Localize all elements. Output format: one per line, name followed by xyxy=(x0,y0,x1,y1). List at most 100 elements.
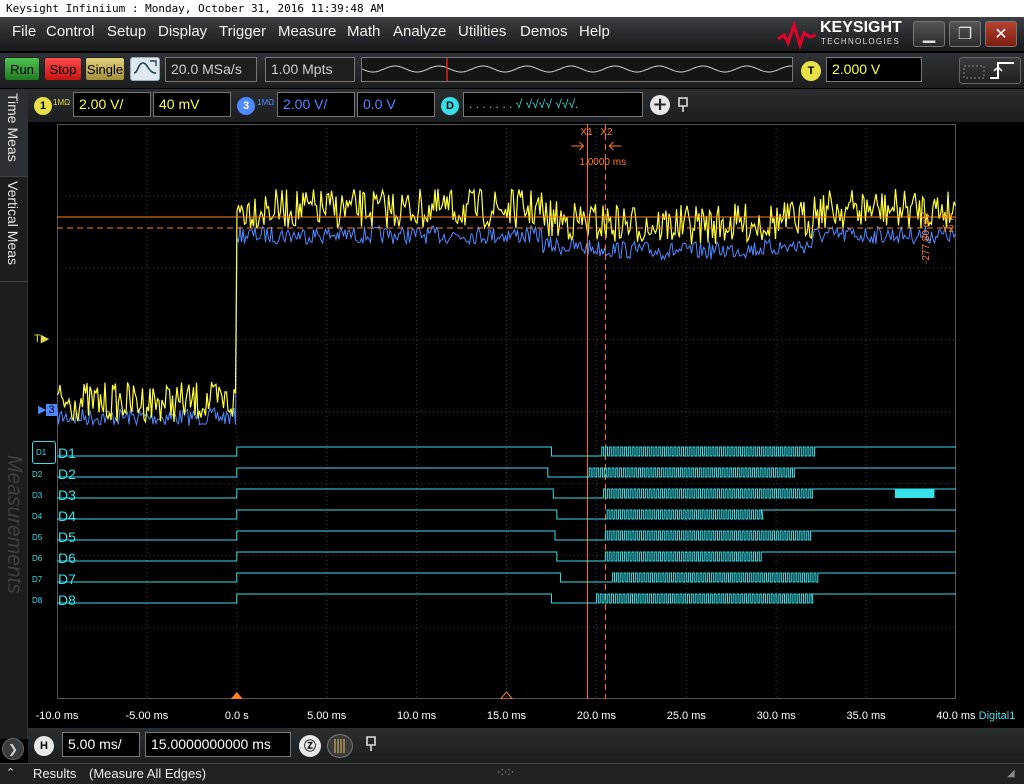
pin-icon[interactable] xyxy=(364,735,378,753)
time-position-field[interactable]: 15.0000000000 ms xyxy=(145,732,291,757)
ch3-scale-field[interactable]: 2.00 V/ xyxy=(277,92,355,117)
digital-trace-d8 xyxy=(57,593,956,604)
restore-button[interactable]: ❐ xyxy=(949,21,981,47)
expand-results-button[interactable]: ❯ xyxy=(2,738,24,760)
time-tick-label: -5.00 ms xyxy=(125,710,169,722)
digital-channel-badge[interactable]: D6 xyxy=(32,554,56,563)
menu-measure[interactable]: Measure xyxy=(278,23,336,40)
trigger-level-marker[interactable]: T▶ xyxy=(34,332,49,345)
tab-time-meas-label: Time Meas xyxy=(5,93,21,162)
zoom-icon: Ⓩ xyxy=(303,739,316,753)
trigger-edge-button[interactable] xyxy=(959,57,1021,84)
triangle-right-icon: ▶ xyxy=(40,333,50,345)
time-tick-label: 5.00 ms xyxy=(307,710,347,722)
menu-bar: File Control Setup Display Trigger Measu… xyxy=(0,17,1024,52)
digital-channel-badge[interactable]: D8 xyxy=(32,596,56,605)
horizontal-badge[interactable]: H xyxy=(34,736,54,756)
autoscale-button[interactable] xyxy=(130,57,160,81)
waveform-display[interactable]: X1 X2 1.0000 ms Y1 Y2 -277.80 mV xyxy=(56,124,957,700)
menu-trigger[interactable]: Trigger xyxy=(219,23,266,40)
memory-depth-field[interactable]: 1.00 Mpts xyxy=(265,57,355,82)
digital-channel-badge[interactable]: D7 xyxy=(32,575,56,584)
digital-activity-field[interactable]: . . . . . . . √ √√√√ √√√. xyxy=(463,92,643,117)
menu-analyze[interactable]: Analyze xyxy=(393,23,446,40)
y1-cursor-label: Y1 xyxy=(942,212,955,223)
ch3-waveform xyxy=(56,224,956,427)
menu-help[interactable]: Help xyxy=(579,23,610,40)
side-tabs: Time Meas Vertical Meas Measurements xyxy=(0,89,28,739)
digital-channel-badge[interactable]: D1 xyxy=(32,441,56,464)
results-label[interactable]: Results xyxy=(33,766,76,781)
resize-grip-icon[interactable]: ·:·:· xyxy=(497,766,514,778)
expand-up-icon[interactable]: ⌃ xyxy=(6,766,15,779)
time-tick-label: 30.0 ms xyxy=(756,710,796,722)
digital-channel-label: D7 xyxy=(58,571,76,587)
brand-name: KEYSIGHT xyxy=(820,19,902,36)
axis-source-label[interactable]: Digital1 xyxy=(979,710,1016,722)
chevron-right-icon: ❯ xyxy=(7,742,19,756)
time-tick-label: 40.0 ms xyxy=(936,710,976,722)
window-title: Keysight Infiniium : Monday, October 31,… xyxy=(0,0,1024,17)
add-channel-button[interactable]: + xyxy=(650,95,670,115)
channel-bar: 1 1MΩ 2.00 V/ 40 mV 3 1MΩ 2.00 V/ 0.0 V … xyxy=(28,89,1024,122)
measure-mode-label: (Measure All Edges) xyxy=(89,766,207,781)
run-button[interactable]: Run xyxy=(4,57,40,81)
menu-control[interactable]: Control xyxy=(46,23,94,40)
plus-icon: + xyxy=(652,94,668,115)
ch1-badge[interactable]: 1 xyxy=(34,97,52,115)
ch3-offset-field[interactable]: 0.0 V xyxy=(357,92,435,117)
acquisition-overview[interactable] xyxy=(361,57,793,82)
trigger-level-field[interactable]: 2.000 V xyxy=(826,57,922,82)
autoscale-icon xyxy=(133,60,157,74)
waveform-canvas[interactable]: X1 X2 1.0000 ms Y1Y2 -277.80 mV xyxy=(56,124,957,700)
digital-channel-label: D3 xyxy=(58,487,76,503)
ch1-impedance: 1MΩ xyxy=(53,98,71,107)
trigger-marker-label: T xyxy=(34,333,41,345)
ch1-offset-field[interactable]: 40 mV xyxy=(153,92,231,117)
tab-vertical-meas[interactable]: Vertical Meas xyxy=(0,177,28,282)
trigger-badge[interactable]: T xyxy=(801,61,821,81)
status-bar: ⌃ Results (Measure All Edges) ·:·:· ◢ xyxy=(0,763,1024,784)
digital-channel-badge[interactable]: D3 xyxy=(32,491,56,500)
sample-rate-field[interactable]: 20.0 MSa/s xyxy=(165,57,257,82)
ch3-ground-label: 3 xyxy=(46,404,57,416)
menu-utilities[interactable]: Utilities xyxy=(458,23,506,40)
brand-sub: TECHNOLOGIES xyxy=(821,37,901,46)
single-button[interactable]: Single xyxy=(85,57,125,81)
tab-time-meas[interactable]: Time Meas xyxy=(0,89,28,177)
ch1-scale-field[interactable]: 2.00 V/ xyxy=(73,92,151,117)
time-tick-label: -10.0 ms xyxy=(35,710,79,722)
digital-dense-burst xyxy=(894,489,935,498)
menu-math[interactable]: Math xyxy=(347,23,380,40)
digital-channel-badge[interactable]: D4 xyxy=(32,512,56,521)
time-tick-label: 10.0 ms xyxy=(397,710,437,722)
menu-setup[interactable]: Setup xyxy=(107,23,146,40)
menu-demos[interactable]: Demos xyxy=(520,23,568,40)
restore-icon: ❐ xyxy=(957,24,973,43)
minimize-button[interactable]: ▁ xyxy=(913,21,945,47)
rising-edge-icon xyxy=(963,62,1014,79)
ch3-ground-marker[interactable]: ▶ 3 xyxy=(38,403,57,416)
measurements-watermark: Measurements xyxy=(3,455,26,594)
keysight-wave-logo-icon xyxy=(777,21,817,49)
digital-channel-badge[interactable]: D2 xyxy=(32,470,56,479)
corner-grip-icon[interactable]: ◢ xyxy=(1007,768,1015,779)
delta-time-label: 1.0000 ms xyxy=(579,157,626,168)
time-tick-label: 0.0 s xyxy=(224,710,249,722)
digital-channel-badge[interactable]: D5 xyxy=(32,533,56,542)
digital-trace-d4 xyxy=(57,509,956,520)
pan-knob-button[interactable] xyxy=(327,734,353,758)
menu-file[interactable]: File xyxy=(12,23,36,40)
time-scale-field[interactable]: 5.00 ms/ xyxy=(62,732,140,757)
time-axis: -10.0 ms -5.00 ms 0.0 s 5.00 ms 10.0 ms 15.0 … xyxy=(28,706,1024,728)
pin-icon[interactable] xyxy=(676,96,690,114)
close-icon: ✕ xyxy=(994,24,1008,43)
stop-button[interactable]: Stop xyxy=(44,57,82,81)
digital-badge[interactable]: D xyxy=(441,97,459,115)
ch3-badge[interactable]: 3 xyxy=(237,97,255,115)
menu-display[interactable]: Display xyxy=(158,23,207,40)
close-button[interactable]: ✕ xyxy=(985,21,1017,47)
x2-cursor-label: X2 xyxy=(600,127,613,138)
zoom-button[interactable]: Ⓩ xyxy=(299,735,321,757)
digital-channel-label: D5 xyxy=(58,529,76,545)
